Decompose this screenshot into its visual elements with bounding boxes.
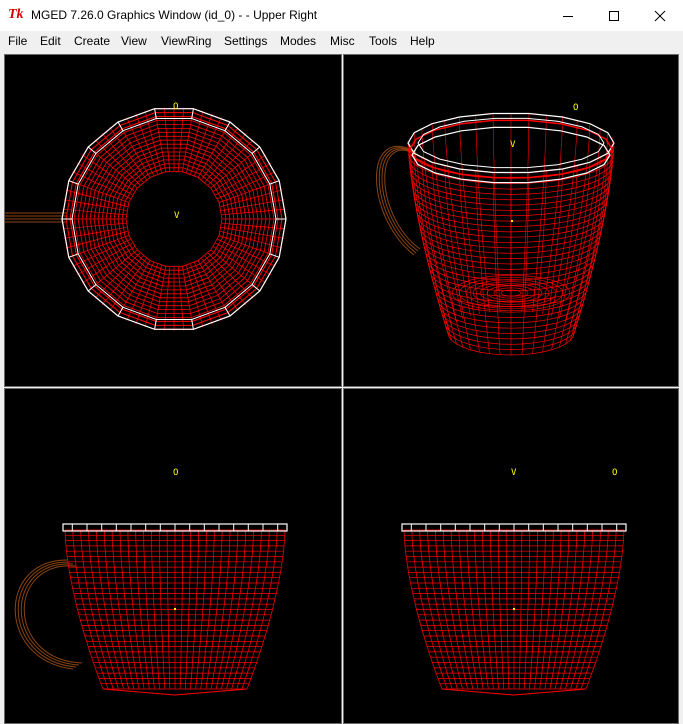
origin-label: O <box>173 102 179 112</box>
spoke-line <box>221 222 286 230</box>
origin-label: O <box>173 468 179 478</box>
view-center-label: V <box>510 140 516 150</box>
bottom-line <box>102 688 248 696</box>
spoke-line <box>221 208 286 216</box>
spoke-line <box>62 222 127 230</box>
menu-edit[interactable]: Edit <box>40 34 61 48</box>
viewport-upper-left[interactable]: O V <box>4 54 342 387</box>
menu-viewring[interactable]: ViewRing <box>161 34 211 48</box>
profile-line <box>521 113 530 312</box>
view-center-label: V <box>511 468 517 478</box>
minimize-icon <box>563 15 573 17</box>
side-view-wireframe <box>401 523 627 696</box>
menu-tools[interactable]: Tools <box>369 34 397 48</box>
menu-modes[interactable]: Modes <box>280 34 316 48</box>
graphics-area: O V O V O V O <box>0 51 683 724</box>
origin-label: O <box>573 103 579 113</box>
title-bar: Tk MGED 7.26.0 Graphics Window (id_0) - … <box>0 0 683 31</box>
origin-label: O <box>612 468 618 478</box>
menu-create[interactable]: Create <box>74 34 110 48</box>
spoke-line <box>62 208 127 216</box>
view-center-label: V <box>174 211 180 221</box>
bottom-line <box>441 688 587 696</box>
menu-settings[interactable]: Settings <box>224 34 267 48</box>
maximize-button[interactable] <box>591 0 637 31</box>
handle-line <box>20 563 80 666</box>
perspective-view-wireframe <box>376 112 615 356</box>
center-dot <box>174 608 176 610</box>
menu-help[interactable]: Help <box>410 34 435 48</box>
viewport-lower-left[interactable]: O <box>4 388 342 724</box>
minimize-button[interactable] <box>545 0 591 31</box>
close-button[interactable] <box>637 0 683 31</box>
center-dot <box>511 220 513 222</box>
window-title: MGED 7.26.0 Graphics Window (id_0) - - U… <box>31 8 318 22</box>
menu-bar: File Edit Create View ViewRing Settings … <box>0 31 683 51</box>
handle-line <box>23 565 83 664</box>
viewport-lower-right[interactable]: V O <box>343 388 679 724</box>
handle-line <box>14 559 74 670</box>
viewport-upper-right[interactable]: O V <box>343 54 679 387</box>
maximize-icon <box>609 10 619 21</box>
close-icon <box>654 10 666 21</box>
profile-line <box>569 132 609 326</box>
menu-view[interactable]: View <box>121 34 147 48</box>
profile-line <box>413 132 453 326</box>
handle-line <box>17 561 77 668</box>
profile-line <box>492 113 501 312</box>
app-icon: Tk <box>8 7 24 22</box>
menu-misc[interactable]: Misc <box>330 34 355 48</box>
center-dot <box>513 608 515 610</box>
menu-file[interactable]: File <box>8 34 27 48</box>
front-view-wireframe <box>14 523 288 696</box>
